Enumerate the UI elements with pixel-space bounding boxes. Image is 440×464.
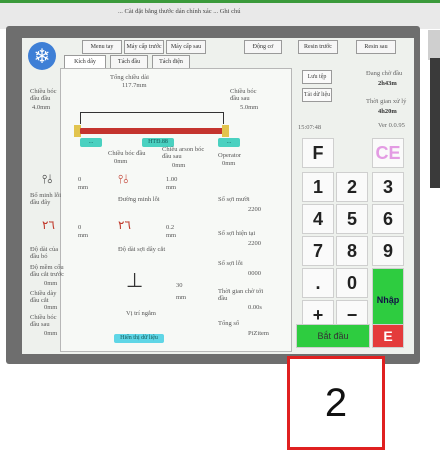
count-value-4: 0.00s [248,304,262,311]
strip-front-value[interactable]: 4.0mm [32,104,50,111]
length-bracket [80,112,224,124]
key-8[interactable]: 8 [336,236,368,266]
stop-button[interactable]: E [372,324,404,348]
elapsed-title: Thời gian xử lý [366,98,407,105]
wire-end-right [222,125,229,137]
tab-resin-truoc[interactable]: Resin trước [298,40,338,54]
side-device [430,58,440,188]
subtab-tach-dau[interactable]: Tách đầu [110,55,148,69]
load-data-button[interactable]: Tải dữ liệu [302,88,332,102]
row3-mid-value[interactable]: 30 [176,282,183,289]
key-9[interactable]: 9 [372,236,404,266]
status-value: 2h43m [378,80,397,87]
cyan-pill-right: ... [218,138,240,147]
side-edge [428,30,440,60]
hook-front-icon: ٢٦ [42,218,55,232]
row2-mid-value[interactable]: 0.2 [166,224,174,231]
enter-button[interactable]: Nhập [372,268,404,330]
row2-left-value[interactable]: 0 [78,224,81,231]
key-6[interactable]: 6 [372,204,404,234]
strip-rear-label: Chiều bóc đầu sau [230,88,257,102]
hook-mid-icon: ٢٦ [118,218,131,232]
below-mid-label: Chiều arson bóc đầu sau [162,146,205,160]
total-length-value[interactable]: 117.7mm [122,82,147,89]
key-5[interactable]: 5 [336,204,368,234]
row4-left-label: Chiều dày đầu cắt [30,290,57,304]
row1-left-unit: mm [78,184,89,191]
key-1[interactable]: 1 [302,172,334,202]
below-left-label: Chiều bóc đầu [108,150,146,157]
count-value-1: 2200 [248,206,261,213]
row2-mid-label: Độ dài sợi dây cắt [118,246,166,253]
paper-note: ... Cài đặt bằng thước dán chính xác ...… [118,8,241,15]
annotation-number: 2 [324,381,348,425]
row4-left-value[interactable]: 0mm [44,304,57,311]
tab-menu-tay[interactable]: Menu tay [82,40,122,54]
row3-left-label: Độ mềm cổu đầu cắt trước [30,264,65,278]
row1-left-label: Bổ minh lỗi đầu đây [30,192,62,206]
count-value-2: 2200 [248,240,261,247]
below-right-label: Operator [218,152,242,159]
key-7[interactable]: 7 [302,236,334,266]
below-right-value[interactable]: 0mm [222,160,235,167]
subtab-kich-day[interactable]: Kích dây [64,55,106,69]
key-0[interactable]: 0 [336,268,368,298]
count-label-2: Số sợi hiện tại [218,230,256,237]
row5-left-value[interactable]: 0mm [44,330,57,337]
elapsed-value: 4h20m [378,108,397,115]
strip-rear-value[interactable]: 5.0mm [240,104,258,111]
row2-mid-unit: mm [166,232,177,239]
below-mid-value[interactable]: 0mm [172,162,185,169]
row3-mid-label: Vị trí ngắm [126,310,156,317]
wire-graphic [80,128,224,134]
subtab-tach-dien[interactable]: Tách điện [152,55,190,69]
count-value-5: PiZitem [248,330,269,337]
tab-may-cap-sau[interactable]: Máy cấp sau [166,40,206,54]
blade-front-icon: ⫯⫰ [42,172,53,186]
below-left-value[interactable]: 0mm [114,158,127,165]
strip-front-label: Chiều bóc đầu đầu [30,88,57,102]
total-length-label: Tổng chiều dài [110,74,149,81]
count-label-4: Thời gian chờ tới đầu [218,288,264,302]
clock: 15:07:48 [298,124,322,131]
row3-mid-unit: mm [176,294,187,301]
key-dot[interactable]: . [302,268,334,298]
row1-mid-unit: mm [166,184,177,191]
key-f[interactable]: F [302,138,334,168]
tab-dong-co[interactable]: Động cơ [244,40,282,54]
start-button[interactable]: Bắt đầu [296,324,370,348]
row3-left-value[interactable]: 0mm [44,280,57,287]
key-4[interactable]: 4 [302,204,334,234]
cyan-pill-left: ... [80,138,102,147]
blade-mid-icon: ⫯⫰ [118,172,129,186]
count-value-3: 0000 [248,270,261,277]
row2-left-label: Độ dài của đầu bó [30,246,59,260]
save-file-button[interactable]: Lưu tệp [302,70,332,84]
tab-may-cap-truoc[interactable]: Máy cấp trước [124,40,164,54]
version: Ver 0.0.95 [378,122,405,129]
row5-left-label: Chiều bóc đầu sau [30,314,57,328]
hmi-screen: ❄ Menu tay Máy cấp trước Máy cấp sau Độn… [22,38,414,354]
count-label-3: Số sợi lỗi [218,260,243,267]
status-title: Đang chờ đầu [366,70,403,77]
show-data-button[interactable]: Hiển thị dữ liệu [114,334,164,343]
key-3[interactable]: 3 [372,172,404,202]
position-icon: ⊥ [126,268,144,292]
annotation-box: 2 [287,356,385,450]
key-ce[interactable]: CE [372,138,404,168]
row2-left-unit: mm [78,232,89,239]
count-label-5: Tổng số [218,320,240,327]
snowflake-logo-icon: ❄ [28,42,56,70]
row1-mid-value[interactable]: 1.00 [166,176,177,183]
count-label-1: Số sợi mười [218,196,250,203]
row1-left-value[interactable]: 0 [78,176,81,183]
tab-resin-sau[interactable]: Resin sau [356,40,396,54]
row1-mid-label: Đường minh lỗi [118,196,160,203]
key-2[interactable]: 2 [336,172,368,202]
